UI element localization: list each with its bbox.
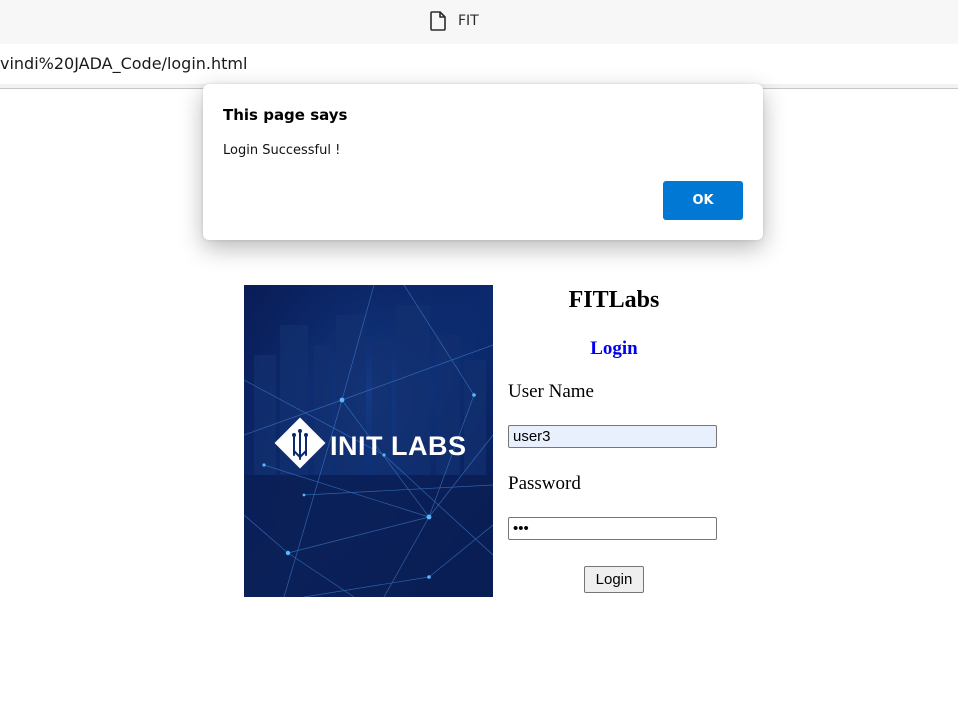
ok-button[interactable]: OK [663, 181, 743, 220]
init-labs-image: INIT LABS [244, 285, 493, 597]
password-label: Password [508, 473, 581, 494]
password-input[interactable] [508, 517, 717, 540]
browser-tab[interactable]: FIT [428, 10, 479, 32]
username-input[interactable] [508, 425, 717, 448]
address-bar[interactable]: vindi%20JADA_Code/login.html [0, 44, 958, 84]
dialog-message: Login Successful ! [223, 143, 341, 158]
page-icon [428, 10, 448, 32]
url-text: vindi%20JADA_Code/login.html [0, 54, 248, 73]
login-panel: INIT LABS FITLabs Login User Name Passwo… [244, 285, 724, 597]
login-button[interactable]: Login [584, 566, 644, 593]
dialog-title: This page says [223, 106, 348, 124]
alert-dialog: This page says Login Successful ! OK [203, 84, 763, 240]
site-title: FITLabs [568, 287, 660, 313]
login-heading: Login [590, 338, 638, 359]
username-label: User Name [508, 381, 594, 402]
tab-strip: FIT [0, 0, 958, 44]
svg-text:INIT LABS: INIT LABS [330, 431, 467, 461]
tab-title: FIT [458, 13, 479, 29]
